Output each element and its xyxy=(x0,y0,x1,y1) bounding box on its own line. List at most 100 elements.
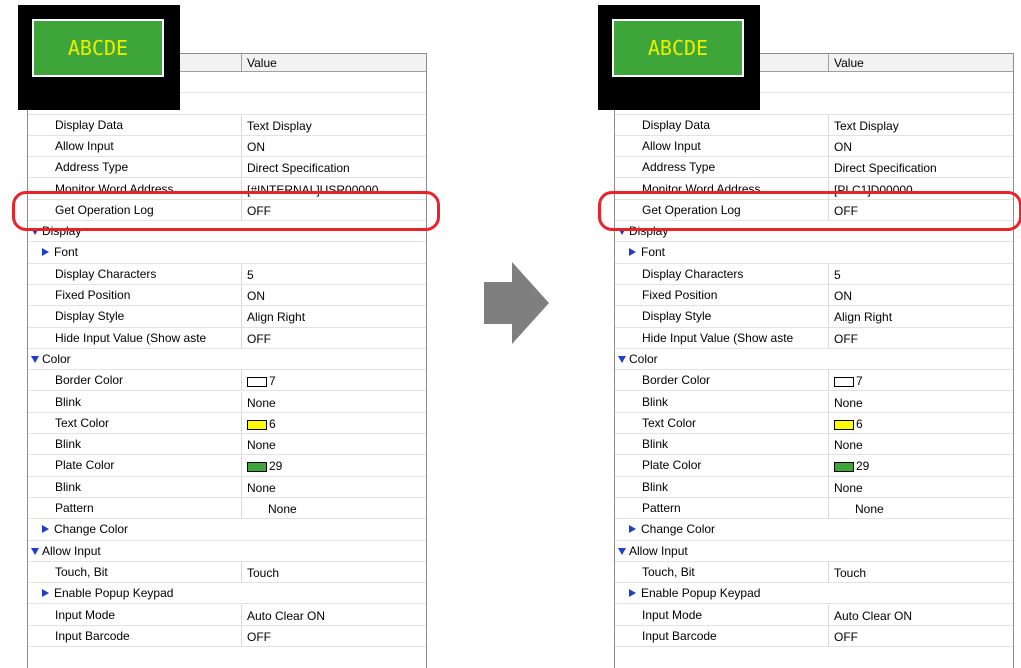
property-value[interactable]: 6 xyxy=(247,413,276,435)
group-label: Color xyxy=(629,351,658,366)
column-divider xyxy=(241,285,242,306)
subgroup-row[interactable]: Enable Popup Keypad xyxy=(615,583,1013,605)
property-row[interactable]: Blink None xyxy=(615,434,1013,456)
property-row[interactable]: Pattern None xyxy=(28,498,426,520)
property-value-text: ON xyxy=(834,139,852,154)
property-value[interactable]: Touch xyxy=(834,562,866,584)
property-value[interactable]: OFF xyxy=(834,328,858,350)
property-value-text: 6 xyxy=(856,416,863,431)
property-value[interactable]: Text Display xyxy=(834,115,899,137)
property-value[interactable]: ON xyxy=(247,285,265,307)
property-row[interactable]: Fixed Position ON xyxy=(28,285,426,307)
property-value[interactable]: OFF xyxy=(834,626,858,648)
property-value[interactable]: None xyxy=(834,434,863,456)
expand-arrow-icon[interactable] xyxy=(629,525,636,534)
property-row[interactable]: Input Barcode OFF xyxy=(28,625,426,648)
property-grid-after: Value BasicDisplay DataText DisplayAllow… xyxy=(614,53,1014,668)
column-divider xyxy=(828,157,829,178)
property-value[interactable]: None xyxy=(855,498,884,520)
property-value[interactable]: None xyxy=(834,392,863,414)
property-value[interactable]: 5 xyxy=(834,264,841,286)
property-row[interactable]: Touch, Bit Touch xyxy=(28,561,426,584)
property-row[interactable]: Input Barcode OFF xyxy=(615,625,1013,648)
column-divider xyxy=(828,370,829,391)
property-value[interactable]: Auto Clear ON xyxy=(834,605,912,627)
property-value[interactable]: Align Right xyxy=(834,306,892,328)
property-value[interactable]: Text Display xyxy=(247,115,312,137)
property-value[interactable]: None xyxy=(834,477,863,499)
collapse-arrow-icon[interactable] xyxy=(618,355,626,363)
property-row[interactable]: Hide Input Value (Show aste OFF xyxy=(28,327,426,350)
subgroup-row[interactable]: Font xyxy=(615,242,1013,264)
property-value[interactable]: ON xyxy=(834,136,852,158)
property-row[interactable]: Blink None xyxy=(28,434,426,456)
group-row[interactable]: Allow Input xyxy=(28,541,426,562)
property-row[interactable]: Display Style Align Right xyxy=(28,306,426,328)
subgroup-row[interactable]: Enable Popup Keypad xyxy=(28,583,426,605)
property-row[interactable]: Border Color 7 xyxy=(28,370,426,392)
property-value[interactable]: 6 xyxy=(834,413,863,435)
property-row[interactable]: Address Type Direct Specification xyxy=(28,157,426,179)
property-row[interactable]: Display Style Align Right xyxy=(615,306,1013,328)
property-row[interactable]: Plate Color 29 xyxy=(615,455,1013,477)
expand-arrow-icon[interactable] xyxy=(629,248,636,257)
column-divider xyxy=(241,604,242,625)
property-row[interactable]: Fixed Position ON xyxy=(615,285,1013,307)
property-row[interactable]: Pattern None xyxy=(615,498,1013,520)
property-row[interactable]: Border Color 7 xyxy=(615,370,1013,392)
property-value[interactable]: Auto Clear ON xyxy=(247,605,325,627)
property-value[interactable]: 29 xyxy=(834,455,869,477)
collapse-arrow-icon[interactable] xyxy=(31,547,39,555)
property-row[interactable]: Text Color 6 xyxy=(615,412,1013,435)
property-value[interactable]: 29 xyxy=(247,455,282,477)
property-value-text: Align Right xyxy=(834,310,893,325)
property-row[interactable]: Blink None xyxy=(615,476,1013,499)
property-value[interactable]: OFF xyxy=(247,328,271,350)
subgroup-row[interactable]: Font xyxy=(28,242,426,264)
property-row[interactable]: Hide Input Value (Show aste OFF xyxy=(615,327,1013,350)
property-row[interactable]: Blink None xyxy=(28,476,426,499)
property-value[interactable]: None xyxy=(247,434,276,456)
property-row[interactable]: Blink None xyxy=(615,391,1013,414)
subgroup-row[interactable]: Change Color xyxy=(28,519,426,541)
property-row[interactable]: Input Mode Auto Clear ON xyxy=(28,604,426,627)
group-row[interactable]: Allow Input xyxy=(615,541,1013,562)
property-row[interactable]: Display Characters 5 xyxy=(28,263,426,286)
expand-arrow-icon[interactable] xyxy=(629,589,636,598)
property-value[interactable]: 7 xyxy=(247,370,276,392)
collapse-arrow-icon[interactable] xyxy=(618,547,626,555)
expand-arrow-icon[interactable] xyxy=(42,525,49,534)
property-row[interactable]: Allow Input ON xyxy=(615,135,1013,158)
property-value[interactable]: 5 xyxy=(247,264,254,286)
group-row[interactable]: Color xyxy=(28,349,426,371)
property-value[interactable]: Align Right xyxy=(247,306,305,328)
property-row[interactable]: Blink None xyxy=(28,391,426,414)
property-value[interactable]: Touch xyxy=(247,562,279,584)
property-value[interactable]: Direct Specification xyxy=(247,157,350,179)
property-value[interactable]: ON xyxy=(247,136,265,158)
property-value[interactable]: OFF xyxy=(247,626,271,648)
property-name: Display Data xyxy=(55,117,124,132)
property-row[interactable]: Input Mode Auto Clear ON xyxy=(615,604,1013,627)
property-value[interactable]: None xyxy=(247,477,276,499)
expand-arrow-icon[interactable] xyxy=(42,248,49,257)
property-value[interactable]: None xyxy=(268,498,297,520)
property-row[interactable]: Allow Input ON xyxy=(28,135,426,158)
property-value[interactable]: ON xyxy=(834,285,852,307)
expand-arrow-icon[interactable] xyxy=(42,589,49,598)
property-row[interactable]: Plate Color 29 xyxy=(28,455,426,477)
property-value[interactable]: None xyxy=(247,392,276,414)
property-row[interactable]: Display Data Text Display xyxy=(615,114,1013,137)
property-value[interactable]: Direct Specification xyxy=(834,157,937,179)
value-column-header[interactable]: Value xyxy=(247,55,277,71)
property-row[interactable]: Display Data Text Display xyxy=(28,114,426,137)
property-row[interactable]: Text Color 6 xyxy=(28,412,426,435)
group-row[interactable]: Color xyxy=(615,349,1013,371)
property-row[interactable]: Address Type Direct Specification xyxy=(615,157,1013,179)
subgroup-row[interactable]: Change Color xyxy=(615,519,1013,541)
property-row[interactable]: Display Characters 5 xyxy=(615,263,1013,286)
property-row[interactable]: Touch, Bit Touch xyxy=(615,561,1013,584)
collapse-arrow-icon[interactable] xyxy=(31,355,39,363)
property-value[interactable]: 7 xyxy=(834,370,863,392)
value-column-header[interactable]: Value xyxy=(834,55,864,71)
